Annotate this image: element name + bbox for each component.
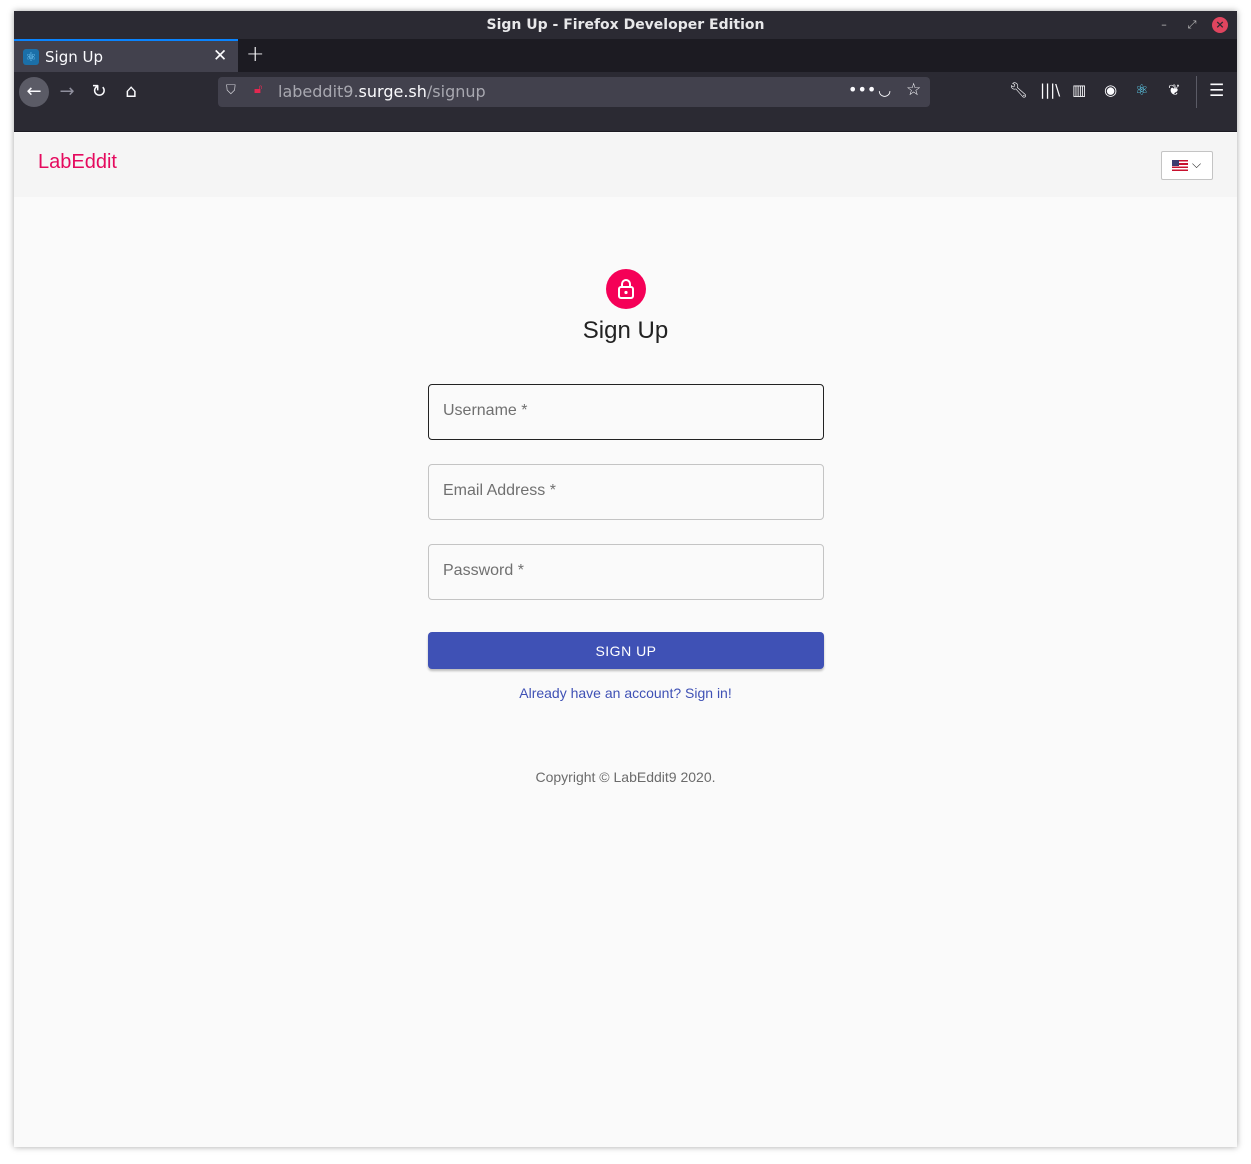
copyright-text: Copyright © LabEddit9 2020. [535,769,716,785]
react-devtools-icon[interactable]: ⚛ [1135,81,1148,99]
forward-icon[interactable]: → [52,77,82,107]
us-flag-icon [1172,160,1188,171]
insecure-lock-icon[interactable]: 🔓︎ [254,82,270,100]
toolbar-divider [1196,76,1197,108]
home-icon[interactable]: ⌂ [116,77,146,107]
react-favicon-icon: ⚛ [23,49,39,65]
email-field[interactable]: Email Address * [428,464,824,520]
email-label: Email Address * [443,482,556,499]
app-bar: LabEddit ⌵ [14,133,1237,197]
page-content: LabEddit ⌵ Sign Up Username * Email Addr… [14,133,1237,1147]
new-tab-icon[interactable]: + [246,42,264,67]
browser-window: Sign Up - Firefox Developer Edition – ⤢ … [14,11,1237,1147]
username-label: Username * [443,402,528,419]
tab-sign-up[interactable]: ⚛ Sign Up ✕ [14,39,238,72]
sign-up-button[interactable]: SIGN UP [428,632,824,669]
extension-icon[interactable]: ❦ [1168,81,1181,99]
tab-close-icon[interactable]: ✕ [213,46,227,66]
minimize-icon[interactable]: – [1156,17,1172,33]
close-window-icon[interactable]: × [1212,17,1228,33]
page-title: Sign Up [582,317,669,344]
page-actions-icon[interactable]: ••• [848,80,876,99]
tracking-shield-icon[interactable]: ⛉ [226,83,236,98]
back-icon[interactable]: ← [19,77,49,107]
library-icon[interactable]: |||\ [1040,81,1060,99]
username-field[interactable]: Username * [428,384,824,440]
tab-strip: ⚛ Sign Up ✕ + [14,39,1237,72]
pocket-icon[interactable]: ◡ [878,81,891,99]
wrench-icon[interactable]: 🔧︎ [1009,81,1028,99]
chevron-down-icon: ⌵ [1192,157,1202,171]
maximize-icon[interactable]: ⤢ [1184,17,1200,33]
url-text[interactable]: labeddit9.surge.sh/signup [278,82,486,101]
password-field[interactable]: Password * [428,544,824,600]
navigation-bar: ← → ↻ ⌂ ⛉ 🔓︎ labeddit9.surge.sh/signup •… [14,72,1237,132]
url-host: surge.sh [358,82,427,101]
window-title: Sign Up - Firefox Developer Edition [486,17,765,33]
url-path: /signup [426,82,486,101]
password-label: Password * [443,562,524,579]
tab-label: Sign Up [45,48,103,66]
url-bar[interactable]: ⛉ 🔓︎ labeddit9.surge.sh/signup ••• ◡ ☆ [218,77,930,107]
url-prefix: labeddit9. [278,82,359,101]
lock-icon [618,279,634,299]
reload-icon[interactable]: ↻ [84,77,114,107]
bookmark-star-icon[interactable]: ☆ [906,80,921,100]
sidebar-icon[interactable]: ▥ [1072,81,1086,99]
account-icon[interactable]: ◉ [1104,81,1117,99]
hamburger-menu-icon[interactable]: ☰ [1209,81,1224,101]
lock-avatar [606,269,646,309]
brand-logo[interactable]: LabEddit [38,151,117,174]
title-bar: Sign Up - Firefox Developer Edition – ⤢ … [14,11,1237,39]
sign-in-link[interactable]: Already have an account? Sign in! [14,685,1237,701]
language-select[interactable]: ⌵ [1161,151,1213,180]
